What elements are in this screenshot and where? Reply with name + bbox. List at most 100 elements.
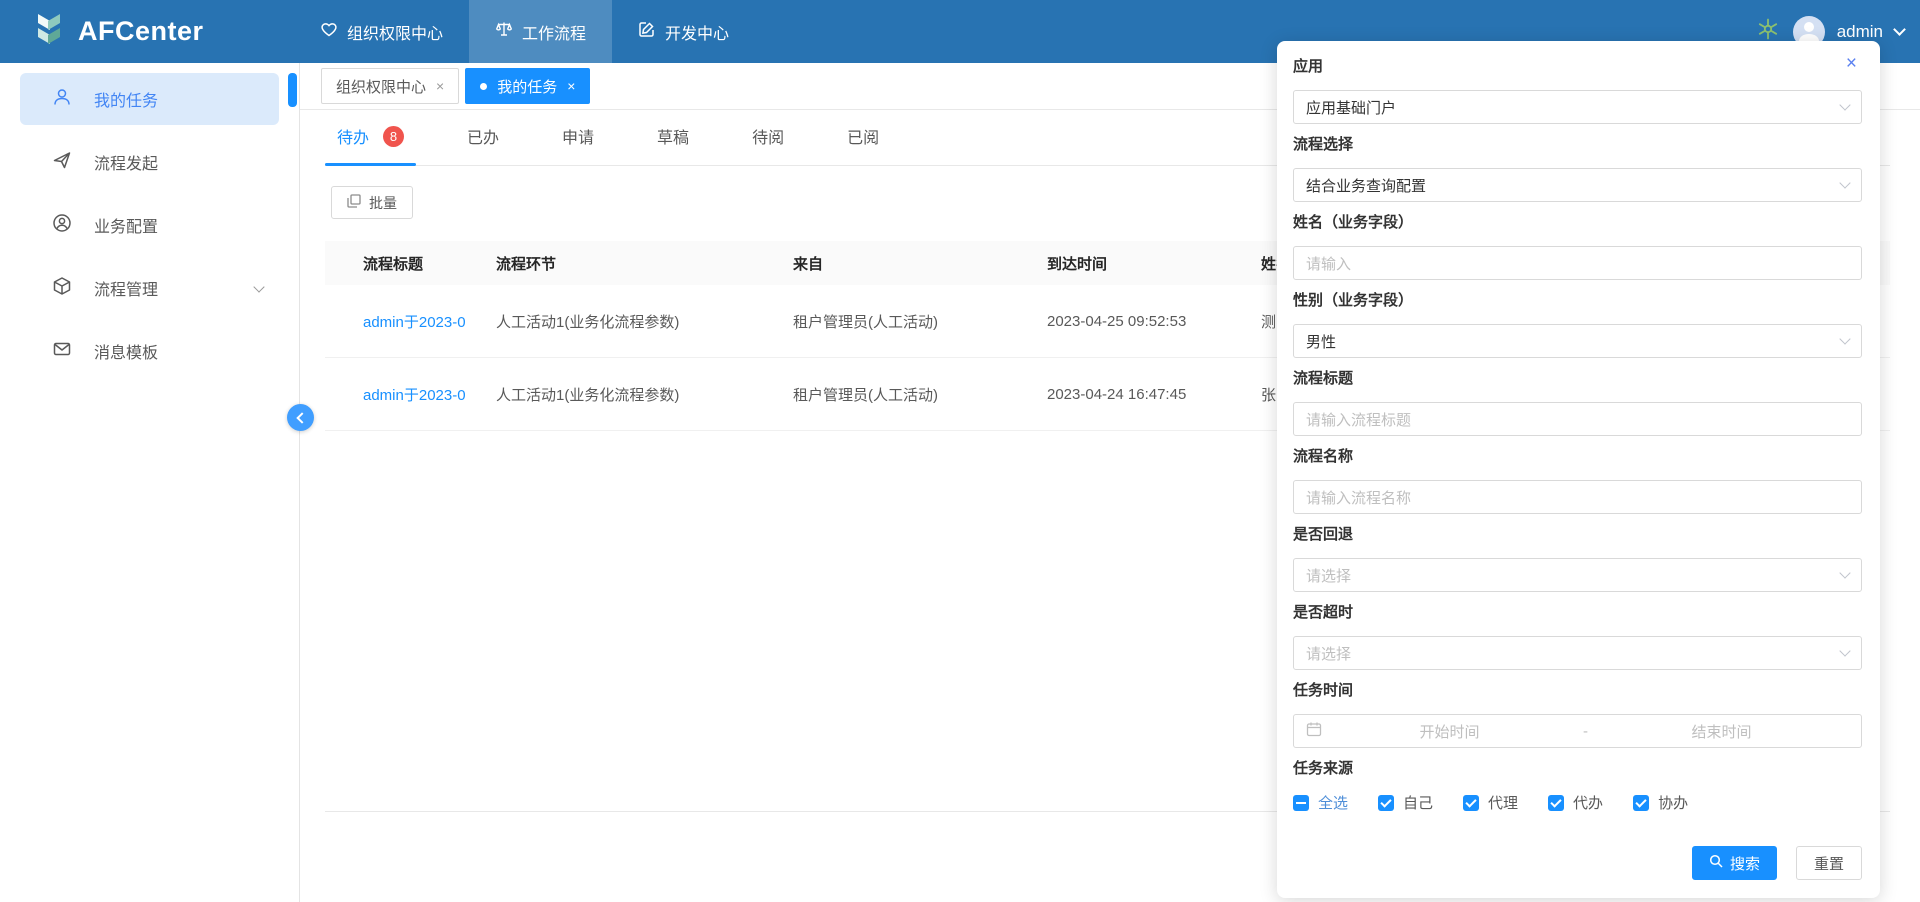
nav-item-dev-center[interactable]: 开发中心 [612,0,755,63]
field-label-task-time: 任务时间 [1293,682,1862,700]
task-time-range-picker[interactable]: 开始时间 - 结束时间 [1293,714,1862,748]
sidebar-item-business-config[interactable]: 业务配置 [20,199,279,251]
subtab-label: 已阅 [847,124,879,148]
process-title-input[interactable]: 请输入流程标题 [1293,402,1862,436]
source-checkbox-assist[interactable]: 协办 [1633,792,1688,813]
user-circle-icon [52,213,72,238]
todo-count-badge: 8 [383,126,404,147]
sidebar-item-process-management[interactable]: 流程管理 [20,262,279,314]
cell-arrive-time: 2023-04-24 16:47:45 [1047,386,1261,403]
chevron-down-icon [1839,177,1850,188]
gender-select[interactable]: 男性 [1293,324,1862,358]
search-label: 搜索 [1730,853,1760,874]
brand-logo[interactable]: AFCenter [30,0,204,63]
reset-button[interactable]: 重置 [1796,846,1862,880]
app-select-value: 应用基础门户 [1306,97,1396,118]
batch-button[interactable]: 批量 [331,186,413,219]
row-title-link[interactable]: admin于2023-0 [363,314,466,331]
timeout-placeholder: 请选择 [1306,643,1351,664]
calendar-icon [1306,721,1322,741]
user-menu-chevron-icon[interactable] [1893,23,1906,36]
active-dot [480,83,487,90]
end-time-placeholder: 结束时间 [1594,721,1849,742]
sidebar-item-label: 业务配置 [94,213,158,237]
row-title-link[interactable]: admin于2023-0 [363,387,466,404]
header-cell-step: 流程环节 [496,253,793,274]
checkbox-label: 自己 [1403,792,1433,813]
sidebar-collapse-button[interactable] [287,404,314,431]
rollback-placeholder: 请选择 [1306,565,1351,586]
chevron-down-icon [1839,567,1850,578]
sidebar-item-message-template[interactable]: 消息模板 [20,325,279,377]
process-select[interactable]: 结合业务查询配置 [1293,168,1862,202]
field-label-process-select: 流程选择 [1293,136,1862,154]
cell-step: 人工活动1(业务化流程参数) [496,384,793,405]
nav-item-workflow[interactable]: 工作流程 [469,0,612,63]
name-input-placeholder: 请输入 [1306,253,1351,274]
process-name-input[interactable]: 请输入流程名称 [1293,480,1862,514]
chevron-down-icon [253,281,264,292]
source-checkbox-delegate[interactable]: 代办 [1548,792,1603,813]
cell-from: 租户管理员(人工活动) [793,311,1047,332]
close-icon[interactable]: × [567,79,575,93]
username[interactable]: admin [1837,22,1883,42]
chevron-down-icon [1839,99,1850,110]
checkbox-label: 代理 [1488,792,1518,813]
subtab-to-read[interactable]: 待阅 [740,124,796,165]
panel-actions: 搜索 重置 [1293,846,1862,880]
tab-label: 组织权限中心 [336,76,426,97]
start-time-placeholder: 开始时间 [1322,721,1577,742]
tab-my-tasks[interactable]: 我的任务 × [465,68,590,104]
source-checkbox-all[interactable]: 全选 [1293,792,1348,813]
subtab-done[interactable]: 已办 [455,124,511,165]
app-select[interactable]: 应用基础门户 [1293,90,1862,124]
tab-org-permission-center[interactable]: 组织权限中心 × [321,68,459,104]
tab-label: 我的任务 [497,76,557,97]
source-checkbox-self[interactable]: 自己 [1378,792,1433,813]
edit-square-icon [638,20,656,43]
task-source-checkbox-group: 全选 自己 代理 代办 协办 [1293,792,1862,813]
nav-item-label: 开发中心 [665,20,729,44]
sidebar: 我的任务 流程发起 业务配置 流程管理 [0,63,300,902]
nav-item-label: 工作流程 [522,20,586,44]
subtab-label: 待阅 [752,124,784,148]
field-label-rollback: 是否回退 [1293,526,1862,544]
chevron-left-icon [296,412,307,423]
field-label-name: 姓名（业务字段） [1293,214,1862,232]
send-icon [52,150,72,175]
sidebar-item-label: 流程发起 [94,150,158,174]
subtab-read[interactable]: 已阅 [835,124,891,165]
subtab-draft[interactable]: 草稿 [645,124,701,165]
subtab-label: 待办 [337,124,369,148]
sidebar-item-label: 我的任务 [94,87,158,111]
checkbox-label: 全选 [1318,792,1348,813]
name-input[interactable]: 请输入 [1293,246,1862,280]
nav-item-org-permission-center[interactable]: 组织权限中心 [294,0,469,63]
process-title-placeholder: 请输入流程标题 [1306,409,1411,430]
filter-panel: × 应用 应用基础门户 流程选择 结合业务查询配置 姓名（业务字段） 请输入 性… [1277,41,1880,898]
search-button[interactable]: 搜索 [1692,846,1777,880]
sidebar-item-process-start[interactable]: 流程发起 [20,136,279,188]
field-label-timeout: 是否超时 [1293,604,1862,622]
cube-icon [52,276,72,301]
nav-item-label: 组织权限中心 [347,20,443,44]
timeout-select[interactable]: 请选择 [1293,636,1862,670]
chevron-down-icon [1839,645,1850,656]
subtab-todo[interactable]: 待办 8 [325,124,416,165]
subtab-label: 申请 [562,124,594,148]
logo-icon [30,9,68,54]
source-checkbox-proxy[interactable]: 代理 [1463,792,1518,813]
subtab-apply[interactable]: 申请 [550,124,606,165]
tab-scroll-indicator [288,73,297,107]
sidebar-item-my-tasks[interactable]: 我的任务 [20,73,279,125]
process-name-placeholder: 请输入流程名称 [1306,487,1411,508]
search-icon [1709,854,1723,872]
rollback-select[interactable]: 请选择 [1293,558,1862,592]
panel-close-icon[interactable]: × [1846,54,1857,73]
reset-label: 重置 [1814,853,1844,874]
checkbox-checked-icon [1548,795,1564,811]
checkbox-label: 代办 [1573,792,1603,813]
field-label-app: 应用 [1293,58,1862,76]
close-icon[interactable]: × [436,79,444,93]
batch-icon [347,194,361,211]
